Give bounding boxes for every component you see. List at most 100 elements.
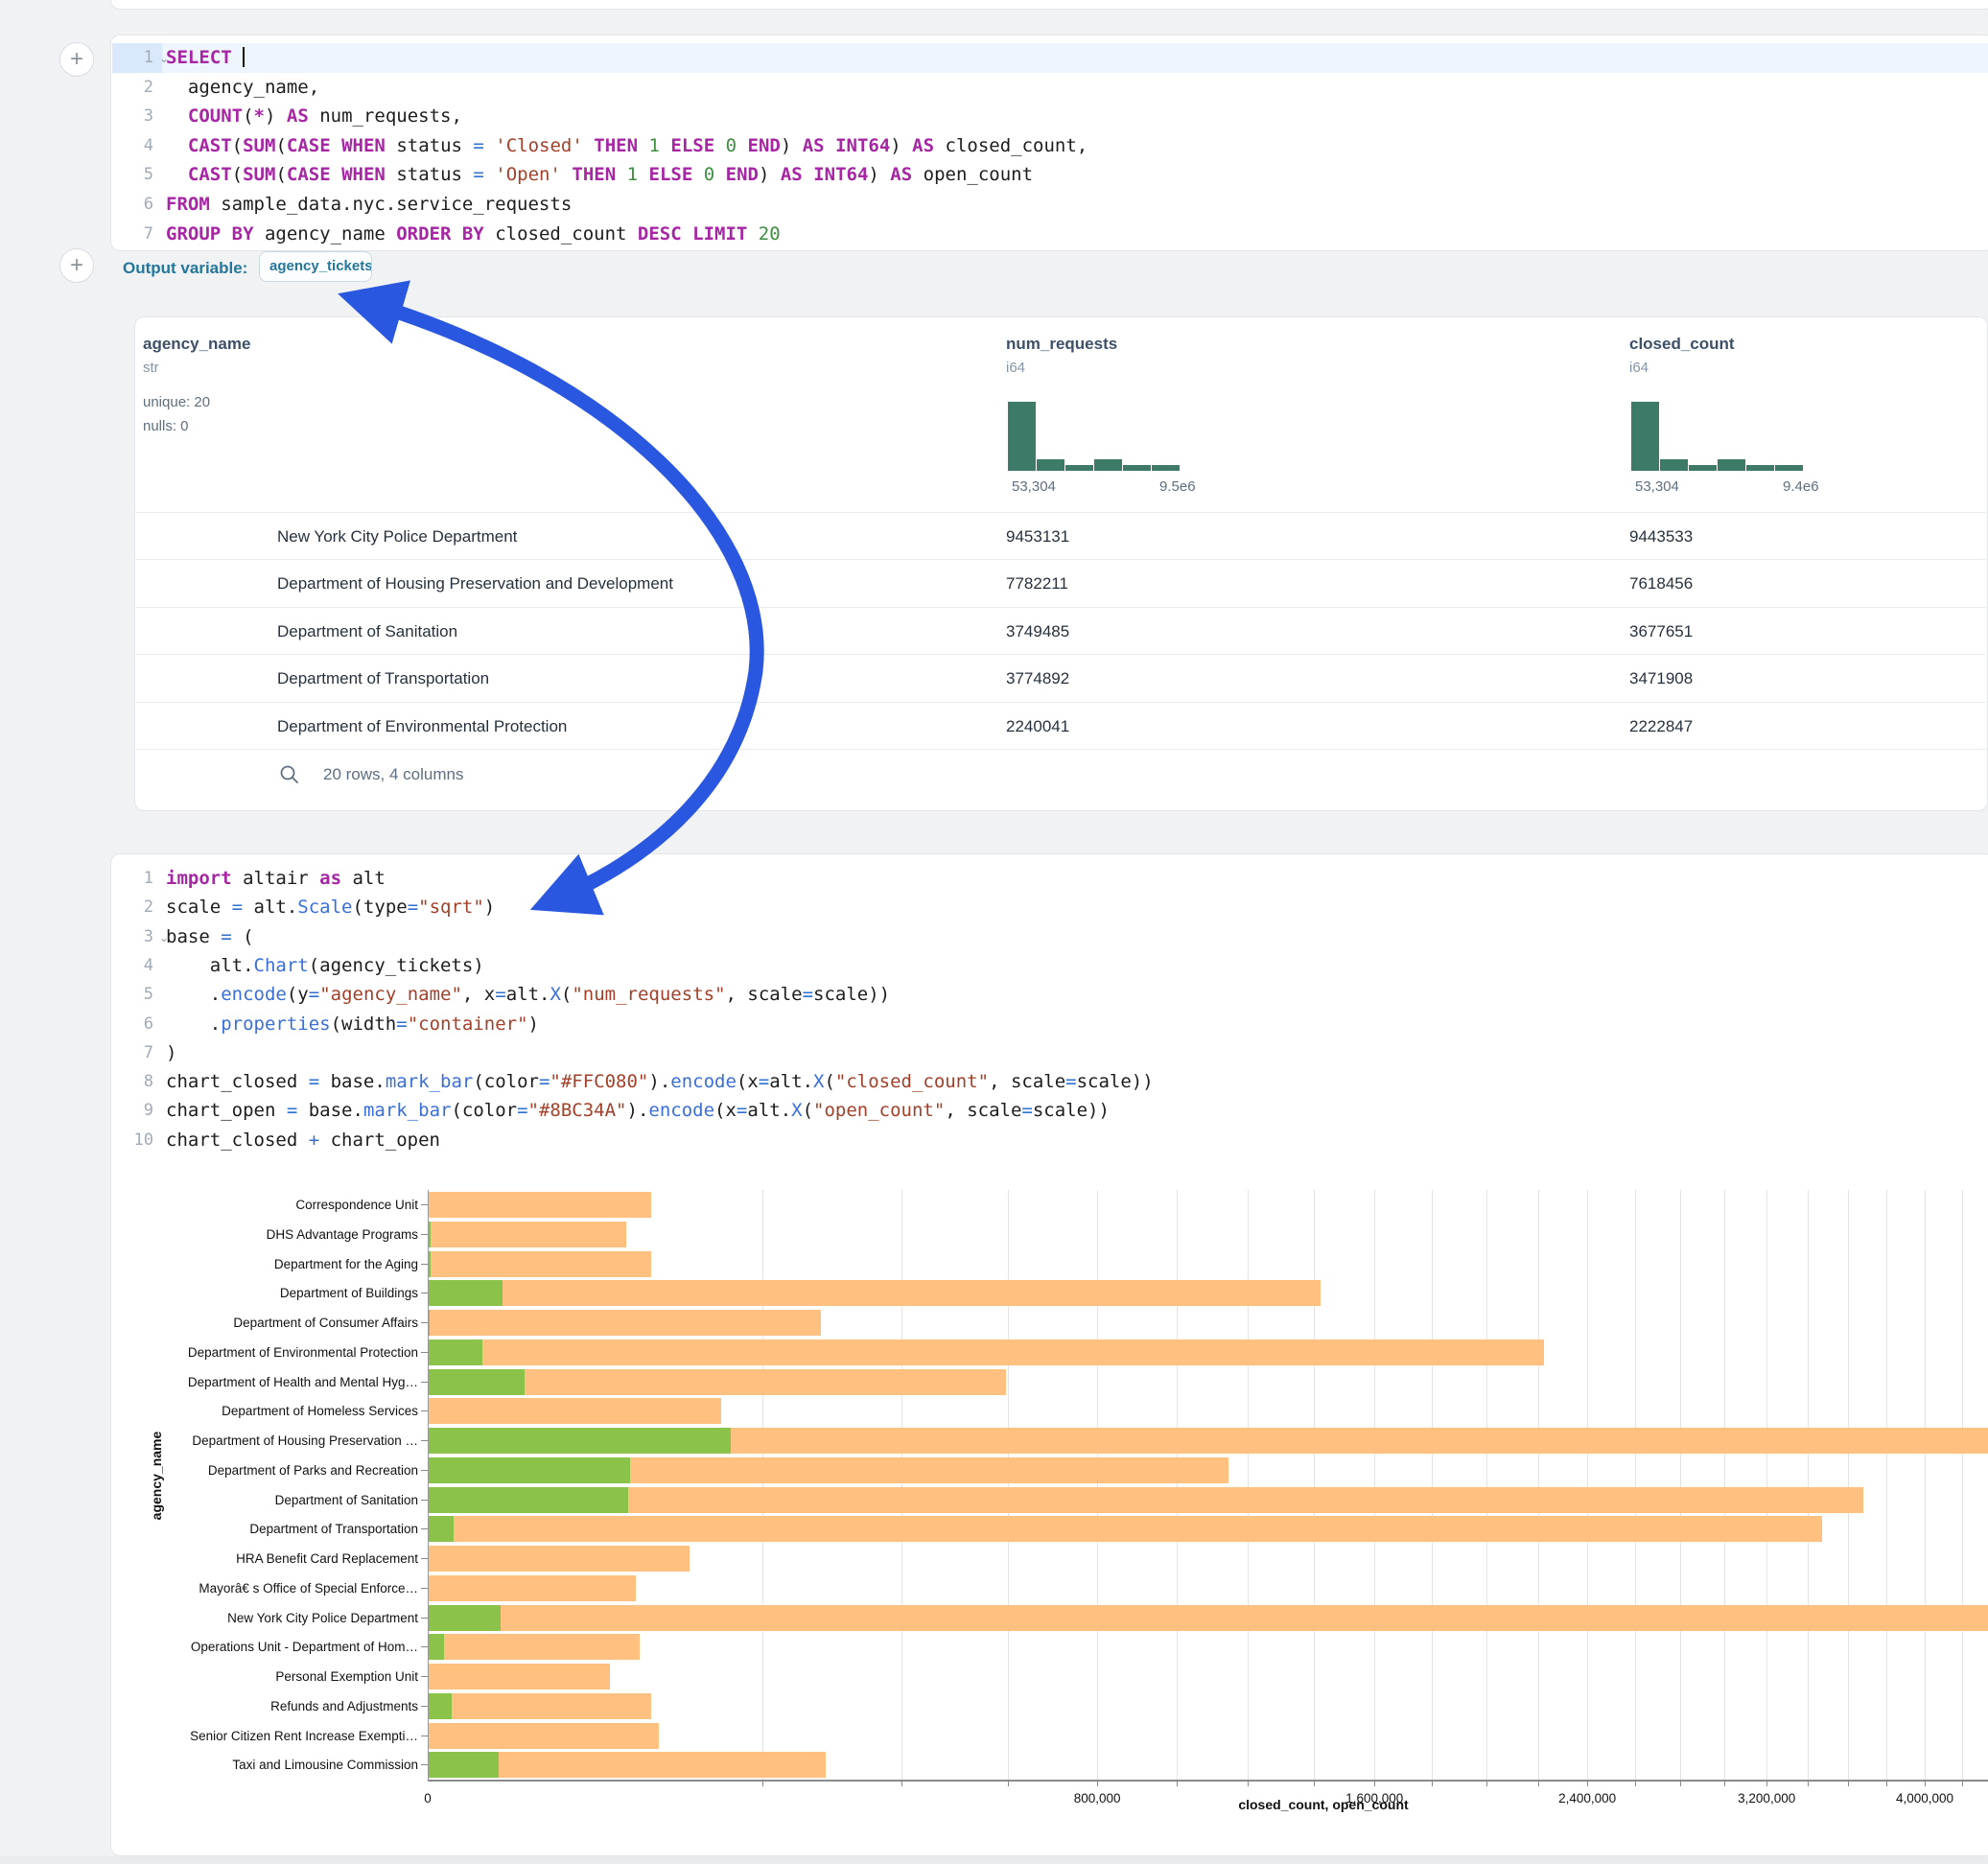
y-axis-label: Department of Environmental Protection [159,1345,418,1360]
y-axis-tick [421,1440,428,1441]
y-axis-tick [421,1706,428,1707]
gridline [1724,1190,1725,1780]
open-count-bar [428,1634,444,1660]
cell-agency-name: Department of Housing Preservation and D… [277,560,673,607]
column-header[interactable]: agency_name [143,335,250,354]
code-text: CAST(SUM(CASE WHEN status = 'Open' THEN … [166,160,1988,190]
line-number: 3 [113,922,153,952]
table-body: New York City Police Department945313194… [135,512,1987,750]
y-axis-label: HRA Benefit Card Replacement [159,1551,418,1566]
y-axis-tick [421,1204,428,1205]
y-axis-tick [421,1528,428,1529]
cell-num-requests: 3774892 [1006,655,1069,702]
closed-count-bar [428,1723,659,1749]
python-cell: 1import altair as alt2scale = alt.Scale(… [110,853,1988,1856]
cell-closed-count: 2222847 [1629,703,1693,750]
code-line[interactable]: 2scale = alt.Scale(type="sqrt") [111,893,1988,922]
y-axis-label: Operations Unit - Department of Hom… [159,1640,418,1654]
code-line[interactable]: 2 agency_name, [111,73,1988,103]
code-line[interactable]: 5 CAST(SUM(CASE WHEN status = 'Open' THE… [111,160,1988,190]
y-axis-label: Senior Citizen Rent Increase Exempti… [159,1729,418,1743]
code-line[interactable]: 7GROUP BY agency_name ORDER BY closed_co… [111,220,1988,249]
line-number: 10 [113,1126,153,1155]
add-cell-button-top[interactable]: + [59,42,94,77]
cell-closed-count: 3677651 [1629,608,1693,655]
column-stat: nulls: 0 [143,418,189,434]
table-row: Department of Sanitation37494853677651 [136,607,1986,655]
add-cell-button-middle[interactable]: + [59,248,94,283]
previous-cell-edge [110,0,1988,10]
histogram-min-label: 53,304 [1012,478,1056,495]
code-line[interactable]: 10chart_closed + chart_open [111,1126,1988,1155]
y-axis-tick [421,1764,428,1765]
gridline [1374,1190,1375,1780]
gridline [1248,1190,1249,1780]
y-axis-label: Department of Consumer Affairs [159,1316,418,1330]
histogram-min-label: 53,304 [1635,478,1679,495]
code-line[interactable]: 6FROM sample_data.nyc.service_requests [111,190,1988,220]
y-axis-label: Correspondence Unit [159,1198,418,1212]
gridline [1766,1190,1767,1780]
y-axis-label: Department of Homeless Services [159,1404,418,1418]
sql-cell: 1⌄SELECT 2 agency_name,3 COUNT(*) AS num… [110,35,1988,251]
y-axis-label: Department of Housing Preservation … [159,1433,418,1448]
open-count-bar [428,1457,630,1483]
code-line[interactable]: 4 alt.Chart(agency_tickets) [111,951,1988,981]
gridline [1008,1190,1009,1780]
notebook-page: + + 1⌄SELECT 2 agency_name,3 COUNT(*) AS… [0,0,1988,1864]
code-line[interactable]: 3⌄base = ( [111,922,1988,952]
y-axis-label: Refunds and Adjustments [159,1699,418,1713]
closed-count-bar [428,1398,721,1424]
gridline [1432,1190,1433,1780]
open-count-bar [428,1516,454,1542]
x-axis-tick-label: 3,200,000 [1738,1791,1795,1806]
column-header[interactable]: num_requests [1006,335,1117,354]
line-number: 3 [113,102,153,131]
gridline [1177,1190,1178,1780]
column-header[interactable]: closed_count [1629,335,1735,354]
code-line[interactable]: 1⌄SELECT [111,43,1988,73]
gridline [1314,1190,1315,1780]
code-text: scale = alt.Scale(type="sqrt") [166,893,1988,922]
y-axis-tick [421,1352,428,1353]
gridline [1587,1190,1588,1780]
code-text: COUNT(*) AS num_requests, [166,102,1988,131]
code-line[interactable]: 7) [111,1038,1988,1068]
y-axis-tick [421,1410,428,1411]
code-line[interactable]: 1import altair as alt [111,864,1988,894]
y-axis-tick [421,1500,428,1501]
closed-count-bar [428,1575,636,1601]
code-line[interactable]: 6 .properties(width="container") [111,1010,1988,1039]
code-text: .properties(width="container") [166,1010,1988,1039]
open-count-bar [428,1340,482,1365]
code-line[interactable]: 3 COUNT(*) AS num_requests, [111,102,1988,131]
code-line[interactable]: 9chart_open = base.mark_bar(color="#8BC3… [111,1096,1988,1126]
output-variable-pill[interactable]: agency_tickets [259,251,372,282]
result-table: agency_namestrunique: 20nulls: 0num_requ… [134,316,1988,811]
column-type: i64 [1629,360,1649,376]
search-icon[interactable] [279,764,300,785]
code-line[interactable]: 8chart_closed = base.mark_bar(color="#FF… [111,1067,1988,1097]
line-number: 6 [113,1010,153,1039]
cell-agency-name: Department of Transportation [277,655,489,702]
gridline [1097,1190,1098,1780]
line-number: 7 [113,220,153,249]
cell-agency-name: Department of Sanitation [277,608,457,655]
table-row: Department of Transportation377489234719… [136,654,1986,702]
open-count-bar [428,1369,525,1395]
cell-closed-count: 7618456 [1629,560,1693,607]
code-line[interactable]: 5 .encode(y="agency_name", x=alt.X("num_… [111,980,1988,1010]
x-axis-tick-label: 4,000,000 [1896,1791,1953,1806]
histogram-max-label: 9.5e6 [1159,478,1196,495]
column-type: i64 [1006,360,1025,376]
line-number: 5 [113,980,153,1010]
gridline [901,1190,902,1780]
closed-count-bar [428,1664,610,1689]
y-axis-tick [421,1558,428,1559]
table-header: agency_namestrunique: 20nulls: 0num_requ… [135,317,1987,512]
closed-count-bar [428,1251,651,1277]
y-axis-label: Mayorâ€ s Office of Special Enforce… [159,1581,418,1596]
code-text: base = ( [166,922,1988,952]
code-line[interactable]: 4 CAST(SUM(CASE WHEN status = 'Closed' T… [111,131,1988,161]
gridline [1538,1190,1539,1780]
